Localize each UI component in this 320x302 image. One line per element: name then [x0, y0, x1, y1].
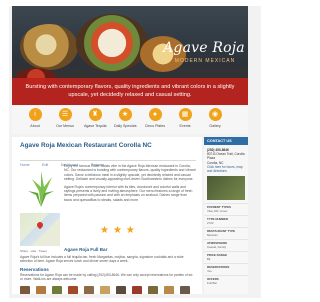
- hero-banner: Agave Roja MODERN MEXICAN Bursting with …: [12, 6, 248, 105]
- directions-link[interactable]: Click here for hours, map and directions: [207, 165, 245, 173]
- info-value: Casual, Family: [207, 245, 227, 250]
- photo-thumbnail[interactable]: [115, 286, 126, 294]
- plate-icon: ●: [148, 108, 162, 121]
- reservations-heading: Reservations: [20, 267, 49, 272]
- nav-label: Daily Specials: [114, 124, 137, 128]
- calendar-icon: ▦: [178, 108, 192, 121]
- description-paragraph: Enjoy the famous Outer Banks vibe in the…: [64, 164, 196, 182]
- photo-thumbnail[interactable]: [163, 286, 174, 294]
- nav-label: Agave Tequila: [84, 124, 107, 128]
- photo-thumbnail[interactable]: [147, 286, 158, 294]
- info-row: PAYMENT TYPES Visa, MC, Amex: [204, 203, 248, 215]
- tab-bar: Home Edit Dashboard Reserve: [20, 153, 196, 167]
- nav-label: Our Menus: [56, 124, 74, 128]
- nav-item-specials[interactable]: ★ Daily Specials: [114, 108, 137, 128]
- menu-icon: ☰: [58, 108, 72, 121]
- info-icon: i: [28, 108, 42, 121]
- food-photo: [20, 24, 78, 70]
- photo-thumbnail[interactable]: [35, 286, 46, 294]
- info-value: 2722: [207, 221, 214, 226]
- photo-thumbnail[interactable]: [99, 286, 110, 294]
- info-value: Yes: [207, 269, 212, 274]
- brand-tagline: MODERN MEXICAN: [174, 58, 236, 64]
- map-pin-icon: [35, 220, 45, 230]
- nav-item-tequila[interactable]: ♜ Agave Tequila: [84, 108, 107, 128]
- info-value: Full Bar: [207, 281, 217, 286]
- tab-edit[interactable]: Edit: [42, 163, 48, 167]
- food-photo: [76, 14, 148, 72]
- page-title: Agave Roja Mexican Restaurant Corolla NC: [20, 142, 152, 149]
- restaurant-description: Enjoy the famous Outer Banks vibe in the…: [64, 164, 196, 205]
- nav-label: About: [30, 124, 40, 128]
- camera-icon: ◉: [208, 108, 222, 121]
- info-row: ATMOSPHERE Casual, Family: [204, 239, 248, 251]
- info-row: RESERVATIONS Yes: [204, 263, 248, 275]
- share-links[interactable]: Share · Like · Tweet: [20, 249, 47, 253]
- info-value: Visa, MC, Amex: [207, 209, 228, 214]
- location-map[interactable]: [20, 213, 60, 246]
- photo-thumbnail[interactable]: [51, 286, 62, 294]
- photo-thumbnail[interactable]: [83, 286, 94, 294]
- sidebar-photo: [207, 176, 245, 201]
- info-value: $$: [207, 257, 211, 262]
- street-address: 807-B Ocean Trail, Corolla Plaza: [207, 152, 245, 161]
- bar-heading: Agave Roja Full Bar: [64, 247, 108, 252]
- photo-thumbnail[interactable]: [179, 286, 190, 294]
- bar-description: Agave Roja's full bar includes a full te…: [20, 255, 184, 264]
- nav-label: Events: [179, 124, 191, 128]
- nav-label: Gallery: [209, 124, 221, 128]
- photo-thumbnail[interactable]: [131, 286, 142, 294]
- photo-thumbnail[interactable]: [67, 286, 78, 294]
- hero-tagline: Bursting with contemporary flavors, qual…: [12, 78, 248, 105]
- rating-stars: ★★★: [100, 225, 139, 236]
- bottle-icon: ♜: [88, 108, 102, 121]
- contact-sidebar: CONTACT US (252) 453-8646 807-B Ocean Tr…: [204, 137, 248, 294]
- reservations-description: Reservations for Agave Roja can be made …: [20, 273, 193, 282]
- main-content: Agave Roja Mexican Restaurant Corolla NC…: [12, 137, 202, 294]
- info-row: OFFERS Full Bar: [204, 275, 248, 287]
- brand-logo[interactable]: Agave Roja: [162, 40, 246, 56]
- info-row: TYPE NUMBER 2722: [204, 215, 248, 227]
- icon-nav-bar: i About ☰ Our Menus ♜ Agave Tequila ★ Da…: [12, 106, 248, 134]
- info-row: RESTAURANT TYPE Mexican: [204, 227, 248, 239]
- info-value: Mexican: [207, 233, 218, 238]
- nav-item-menus[interactable]: ☰ Our Menus: [54, 108, 76, 128]
- nav-item-events[interactable]: ▦ Events: [174, 108, 196, 128]
- nav-item-gallery[interactable]: ◉ Gallery: [204, 108, 226, 128]
- star-icon: ★: [118, 108, 132, 121]
- nav-item-about[interactable]: i About: [24, 108, 46, 128]
- photo-thumbnail[interactable]: [20, 286, 30, 294]
- nav-item-cinco[interactable]: ● Cinco Plates: [144, 108, 166, 128]
- agave-leaf-icon: [28, 171, 54, 207]
- contact-info: (252) 453-8646 807-B Ocean Trail, Coroll…: [204, 145, 248, 175]
- nav-label: Cinco Plates: [144, 124, 166, 128]
- photo-thumbnails: [20, 283, 196, 294]
- tab-home[interactable]: Home: [20, 163, 30, 167]
- contact-heading: CONTACT US: [204, 137, 248, 145]
- description-paragraph: Agave Roja's contemporary interior with …: [64, 184, 193, 202]
- info-row: PRICE RANGE $$: [204, 251, 248, 263]
